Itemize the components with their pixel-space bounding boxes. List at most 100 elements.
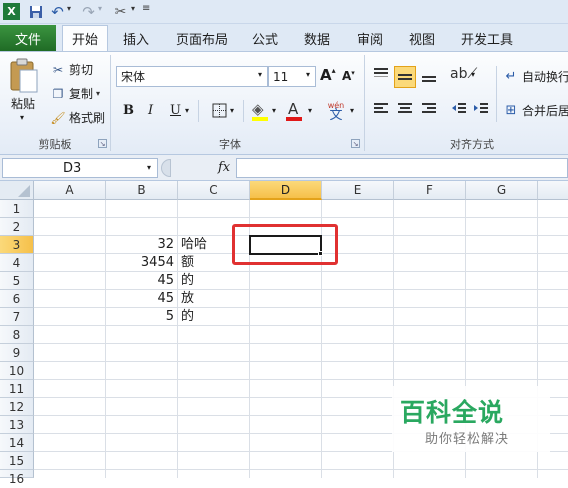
- align-left-icon[interactable]: [372, 101, 390, 120]
- phonetic-guide-button[interactable]: wén 文: [325, 101, 347, 123]
- column-header-f[interactable]: F: [394, 181, 466, 200]
- row-header-6[interactable]: 6: [0, 290, 34, 308]
- clipboard-launcher-icon[interactable]: ↘: [98, 139, 107, 148]
- tools-dropdown-icon[interactable]: ▾: [131, 4, 135, 13]
- fill-color-icon[interactable]: ◈: [252, 100, 264, 118]
- tab-data[interactable]: 数据: [297, 25, 337, 51]
- paste-icon[interactable]: [8, 58, 40, 94]
- align-middle-icon[interactable]: [394, 66, 416, 88]
- align-top-icon[interactable]: [372, 66, 390, 85]
- tab-developer[interactable]: 开发工具: [455, 25, 519, 51]
- font-name-dropdown-icon[interactable]: ▾: [258, 70, 262, 79]
- cell-b4[interactable]: 3454: [106, 254, 178, 272]
- font-name-select[interactable]: 宋体: [116, 66, 268, 87]
- merge-center-label: 合并后居: [522, 104, 568, 118]
- column-header-c[interactable]: C: [178, 181, 250, 200]
- name-box-dropdown-icon[interactable]: ▾: [147, 163, 151, 172]
- grid-line: [34, 469, 568, 470]
- undo-icon[interactable]: ↶: [49, 3, 66, 21]
- bold-button[interactable]: B: [123, 103, 134, 118]
- italic-button[interactable]: I: [148, 103, 153, 118]
- font-size-dropdown-icon[interactable]: ▾: [306, 70, 310, 79]
- cell-b7[interactable]: 5: [106, 308, 178, 326]
- orientation-dropdown-icon[interactable]: ▾: [471, 70, 475, 79]
- save-icon[interactable]: [27, 3, 44, 20]
- row-header-15[interactable]: 15: [0, 452, 34, 470]
- paste-dropdown-icon[interactable]: ▾: [20, 113, 24, 122]
- row-header-3[interactable]: 3: [0, 236, 34, 254]
- tab-view[interactable]: 视图: [402, 25, 442, 51]
- customize-qat-icon[interactable]: ≡: [142, 3, 150, 14]
- align-center-icon[interactable]: [396, 101, 414, 120]
- select-all-corner[interactable]: [0, 181, 34, 200]
- fill-color-dropdown-icon[interactable]: ▾: [272, 106, 276, 115]
- cell-c5[interactable]: 的: [181, 272, 249, 290]
- row-header-12[interactable]: 12: [0, 398, 34, 416]
- cell-c7[interactable]: 的: [181, 308, 249, 326]
- row-header-4[interactable]: 4: [0, 254, 34, 272]
- row-header-10[interactable]: 10: [0, 362, 34, 380]
- wrap-text-button[interactable]: ↵ 自动换行: [503, 68, 568, 85]
- column-header-e[interactable]: E: [322, 181, 394, 200]
- watermark-subtitle: 助你轻松解决: [425, 432, 510, 447]
- merge-center-button[interactable]: ⊞ 合并后居: [503, 102, 568, 119]
- row-header-13[interactable]: 13: [0, 416, 34, 434]
- insert-function-icon[interactable]: fx: [218, 160, 230, 175]
- align-right-icon[interactable]: [420, 101, 438, 120]
- phonetic-char: 文: [329, 108, 343, 123]
- copy-button[interactable]: ❐ 复制 ▾: [50, 85, 100, 102]
- name-box[interactable]: D3 ▾: [2, 158, 158, 178]
- cell-c6[interactable]: 放: [181, 290, 249, 308]
- font-color-icon[interactable]: A: [288, 100, 298, 118]
- phonetic-dropdown-icon[interactable]: ▾: [350, 106, 354, 115]
- decrease-indent-icon[interactable]: [450, 101, 468, 120]
- tab-review[interactable]: 审阅: [350, 25, 390, 51]
- copy-label: 复制: [69, 87, 94, 101]
- row-header-14[interactable]: 14: [0, 434, 34, 452]
- underline-button[interactable]: U: [170, 103, 181, 118]
- cell-b5[interactable]: 45: [106, 272, 178, 290]
- tab-file[interactable]: 文件: [0, 25, 56, 51]
- cut-label: 剪切: [69, 63, 94, 77]
- paste-label[interactable]: 粘贴: [11, 95, 35, 112]
- cell-b3[interactable]: 32: [106, 236, 178, 254]
- row-header-9[interactable]: 9: [0, 344, 34, 362]
- font-name-value: 宋体: [121, 70, 146, 84]
- column-header-a[interactable]: A: [34, 181, 106, 200]
- column-header-b[interactable]: B: [106, 181, 178, 200]
- fill-color-swatch: [252, 117, 268, 121]
- grid-line: [34, 361, 568, 362]
- tab-formulas[interactable]: 公式: [245, 25, 285, 51]
- column-header-d[interactable]: D: [250, 181, 322, 200]
- excel-icon[interactable]: X: [3, 3, 20, 20]
- format-painter-button[interactable]: 🖌 格式刷: [50, 109, 105, 126]
- underline-dropdown-icon[interactable]: ▾: [185, 106, 189, 115]
- tab-insert[interactable]: 插入: [114, 25, 158, 51]
- increase-indent-icon[interactable]: [472, 101, 490, 120]
- font-color-swatch: [286, 117, 302, 121]
- shrink-font-icon[interactable]: A▾: [342, 69, 355, 83]
- borders-dropdown-icon[interactable]: ▾: [230, 106, 234, 115]
- tools-icon[interactable]: ✂: [112, 3, 129, 20]
- font-color-dropdown-icon[interactable]: ▾: [308, 106, 312, 115]
- align-bottom-icon[interactable]: [420, 68, 438, 87]
- cut-button[interactable]: ✂ 剪切: [50, 61, 93, 78]
- font-launcher-icon[interactable]: ↘: [351, 139, 360, 148]
- tab-home[interactable]: 开始: [62, 25, 108, 51]
- column-header-g[interactable]: G: [466, 181, 538, 200]
- row-header-2[interactable]: 2: [0, 218, 34, 236]
- row-header-16[interactable]: 16: [0, 470, 34, 486]
- tab-page-layout[interactable]: 页面布局: [170, 25, 234, 51]
- borders-icon[interactable]: [212, 103, 227, 121]
- column-header-h[interactable]: [538, 181, 568, 200]
- row-header-5[interactable]: 5: [0, 272, 34, 290]
- undo-dropdown-icon[interactable]: ▾: [67, 4, 71, 13]
- grow-font-icon[interactable]: A▴: [320, 66, 336, 84]
- copy-dropdown-icon[interactable]: ▾: [96, 89, 100, 98]
- formula-input[interactable]: [236, 158, 568, 178]
- row-header-11[interactable]: 11: [0, 380, 34, 398]
- row-header-7[interactable]: 7: [0, 308, 34, 326]
- row-header-8[interactable]: 8: [0, 326, 34, 344]
- row-header-1[interactable]: 1: [0, 200, 34, 218]
- cell-b6[interactable]: 45: [106, 290, 178, 308]
